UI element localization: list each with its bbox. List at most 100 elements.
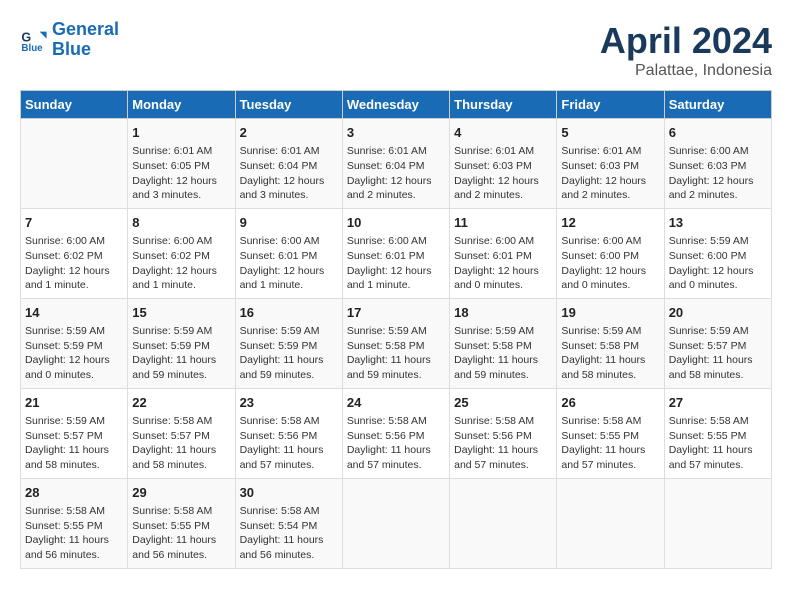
day-number: 29 [132, 484, 230, 502]
calendar-cell: 30 Sunrise: 5:58 AM Sunset: 5:54 PM Dayli… [235, 478, 342, 568]
day-number: 8 [132, 214, 230, 232]
calendar-cell: 13Sunrise: 5:59 AM Sunset: 6:00 PM Dayli… [664, 208, 771, 298]
calendar-week-2: 7 Sunrise: 6:00 AM Sunset: 6:02 PM Daylig… [21, 208, 772, 298]
calendar-cell: 3Sunrise: 6:01 AM Sunset: 6:04 PM Daylig… [342, 119, 449, 209]
calendar-week-3: 14Sunrise: 5:59 AM Sunset: 5:59 PM Dayli… [21, 298, 772, 388]
day-number: 13 [669, 214, 767, 232]
day-number: 21 [25, 394, 123, 412]
calendar-cell [450, 478, 557, 568]
calendar-header-row: SundayMondayTuesdayWednesdayThursdayFrid… [21, 91, 772, 119]
calendar-cell [342, 478, 449, 568]
day-number: 11 [454, 214, 552, 232]
calendar-cell: 26 Sunrise: 5:58 AM Sunset: 5:55 PM Dayli… [557, 388, 664, 478]
calendar-cell [21, 119, 128, 209]
day-info: Sunrise: 5:58 AM Sunset: 5:56 PM Dayligh… [240, 414, 338, 473]
day-info: Sunrise: 6:01 AM Sunset: 6:03 PM Dayligh… [454, 144, 552, 203]
header-monday: Monday [128, 91, 235, 119]
day-info: Sunrise: 5:59 AM Sunset: 5:57 PM Dayligh… [669, 324, 767, 383]
page-header: G Blue General Blue April 2024 Palattae,… [20, 20, 772, 80]
day-info: Sunrise: 6:00 AM Sunset: 6:01 PM Dayligh… [347, 234, 445, 293]
calendar-cell: 5 Sunrise: 6:01 AM Sunset: 6:03 PM Daylig… [557, 119, 664, 209]
day-number: 25 [454, 394, 552, 412]
calendar-cell: 6 Sunrise: 6:00 AM Sunset: 6:03 PM Daylig… [664, 119, 771, 209]
day-number: 5 [561, 124, 659, 142]
calendar-cell: 8 Sunrise: 6:00 AM Sunset: 6:02 PM Daylig… [128, 208, 235, 298]
calendar-cell: 14Sunrise: 5:59 AM Sunset: 5:59 PM Dayli… [21, 298, 128, 388]
day-info: Sunrise: 5:59 AM Sunset: 5:58 PM Dayligh… [347, 324, 445, 383]
day-info: Sunrise: 5:58 AM Sunset: 5:55 PM Dayligh… [669, 414, 767, 473]
day-info: Sunrise: 5:58 AM Sunset: 5:55 PM Dayligh… [132, 504, 230, 563]
logo-line1: General [52, 19, 119, 39]
header-sunday: Sunday [21, 91, 128, 119]
day-number: 30 [240, 484, 338, 502]
logo-text: General Blue [52, 20, 119, 60]
day-info: Sunrise: 5:58 AM Sunset: 5:57 PM Dayligh… [132, 414, 230, 473]
day-number: 24 [347, 394, 445, 412]
day-info: Sunrise: 6:01 AM Sunset: 6:04 PM Dayligh… [240, 144, 338, 203]
day-number: 9 [240, 214, 338, 232]
day-number: 28 [25, 484, 123, 502]
svg-text:Blue: Blue [21, 43, 43, 54]
day-info: Sunrise: 5:58 AM Sunset: 5:55 PM Dayligh… [561, 414, 659, 473]
day-number: 27 [669, 394, 767, 412]
calendar-cell: 18Sunrise: 5:59 AM Sunset: 5:58 PM Dayli… [450, 298, 557, 388]
day-number: 26 [561, 394, 659, 412]
calendar-cell: 2 Sunrise: 6:01 AM Sunset: 6:04 PM Daylig… [235, 119, 342, 209]
day-info: Sunrise: 5:59 AM Sunset: 5:57 PM Dayligh… [25, 414, 123, 473]
logo: G Blue General Blue [20, 20, 119, 60]
calendar-week-1: 1 Sunrise: 6:01 AM Sunset: 6:05 PM Daylig… [21, 119, 772, 209]
calendar-title: April 2024 [600, 20, 772, 62]
calendar-cell: 9 Sunrise: 6:00 AM Sunset: 6:01 PM Daylig… [235, 208, 342, 298]
day-number: 6 [669, 124, 767, 142]
calendar-cell: 29 Sunrise: 5:58 AM Sunset: 5:55 PM Dayli… [128, 478, 235, 568]
calendar-week-5: 28 Sunrise: 5:58 AM Sunset: 5:55 PM Dayli… [21, 478, 772, 568]
day-number: 18 [454, 304, 552, 322]
day-info: Sunrise: 6:00 AM Sunset: 6:00 PM Dayligh… [561, 234, 659, 293]
header-wednesday: Wednesday [342, 91, 449, 119]
calendar-cell: 23 Sunrise: 5:58 AM Sunset: 5:56 PM Dayli… [235, 388, 342, 478]
calendar-cell: 12Sunrise: 6:00 AM Sunset: 6:00 PM Dayli… [557, 208, 664, 298]
day-number: 22 [132, 394, 230, 412]
day-info: Sunrise: 5:58 AM Sunset: 5:54 PM Dayligh… [240, 504, 338, 563]
day-number: 23 [240, 394, 338, 412]
day-number: 16 [240, 304, 338, 322]
day-number: 20 [669, 304, 767, 322]
calendar-cell: 4Sunrise: 6:01 AM Sunset: 6:03 PM Daylig… [450, 119, 557, 209]
calendar-subtitle: Palattae, Indonesia [600, 62, 772, 80]
logo-line2: Blue [52, 39, 91, 59]
day-info: Sunrise: 5:59 AM Sunset: 5:59 PM Dayligh… [25, 324, 123, 383]
header-friday: Friday [557, 91, 664, 119]
day-info: Sunrise: 5:59 AM Sunset: 5:59 PM Dayligh… [132, 324, 230, 383]
day-number: 15 [132, 304, 230, 322]
header-thursday: Thursday [450, 91, 557, 119]
calendar-cell: 24 Sunrise: 5:58 AM Sunset: 5:56 PM Dayli… [342, 388, 449, 478]
day-info: Sunrise: 6:01 AM Sunset: 6:05 PM Dayligh… [132, 144, 230, 203]
day-number: 2 [240, 124, 338, 142]
calendar-cell: 17 Sunrise: 5:59 AM Sunset: 5:58 PM Dayli… [342, 298, 449, 388]
day-info: Sunrise: 5:59 AM Sunset: 5:59 PM Dayligh… [240, 324, 338, 383]
calendar-cell: 10Sunrise: 6:00 AM Sunset: 6:01 PM Dayli… [342, 208, 449, 298]
calendar-cell: 19Sunrise: 5:59 AM Sunset: 5:58 PM Dayli… [557, 298, 664, 388]
calendar-cell: 20 Sunrise: 5:59 AM Sunset: 5:57 PM Dayli… [664, 298, 771, 388]
day-info: Sunrise: 6:00 AM Sunset: 6:03 PM Dayligh… [669, 144, 767, 203]
day-number: 7 [25, 214, 123, 232]
calendar-table: SundayMondayTuesdayWednesdayThursdayFrid… [20, 90, 772, 569]
calendar-cell: 25Sunrise: 5:58 AM Sunset: 5:56 PM Dayli… [450, 388, 557, 478]
calendar-cell: 1 Sunrise: 6:01 AM Sunset: 6:05 PM Daylig… [128, 119, 235, 209]
day-info: Sunrise: 6:00 AM Sunset: 6:01 PM Dayligh… [240, 234, 338, 293]
day-number: 17 [347, 304, 445, 322]
calendar-cell: 11Sunrise: 6:00 AM Sunset: 6:01 PM Dayli… [450, 208, 557, 298]
day-number: 1 [132, 124, 230, 142]
day-info: Sunrise: 6:00 AM Sunset: 6:02 PM Dayligh… [132, 234, 230, 293]
logo-icon: G Blue [20, 26, 48, 54]
day-info: Sunrise: 6:01 AM Sunset: 6:04 PM Dayligh… [347, 144, 445, 203]
calendar-week-4: 21 Sunrise: 5:59 AM Sunset: 5:57 PM Dayli… [21, 388, 772, 478]
day-number: 19 [561, 304, 659, 322]
calendar-cell: 22 Sunrise: 5:58 AM Sunset: 5:57 PM Dayli… [128, 388, 235, 478]
day-info: Sunrise: 6:01 AM Sunset: 6:03 PM Dayligh… [561, 144, 659, 203]
calendar-cell [664, 478, 771, 568]
day-info: Sunrise: 5:58 AM Sunset: 5:56 PM Dayligh… [347, 414, 445, 473]
calendar-cell: 28Sunrise: 5:58 AM Sunset: 5:55 PM Dayli… [21, 478, 128, 568]
calendar-cell [557, 478, 664, 568]
calendar-cell: 16 Sunrise: 5:59 AM Sunset: 5:59 PM Dayli… [235, 298, 342, 388]
